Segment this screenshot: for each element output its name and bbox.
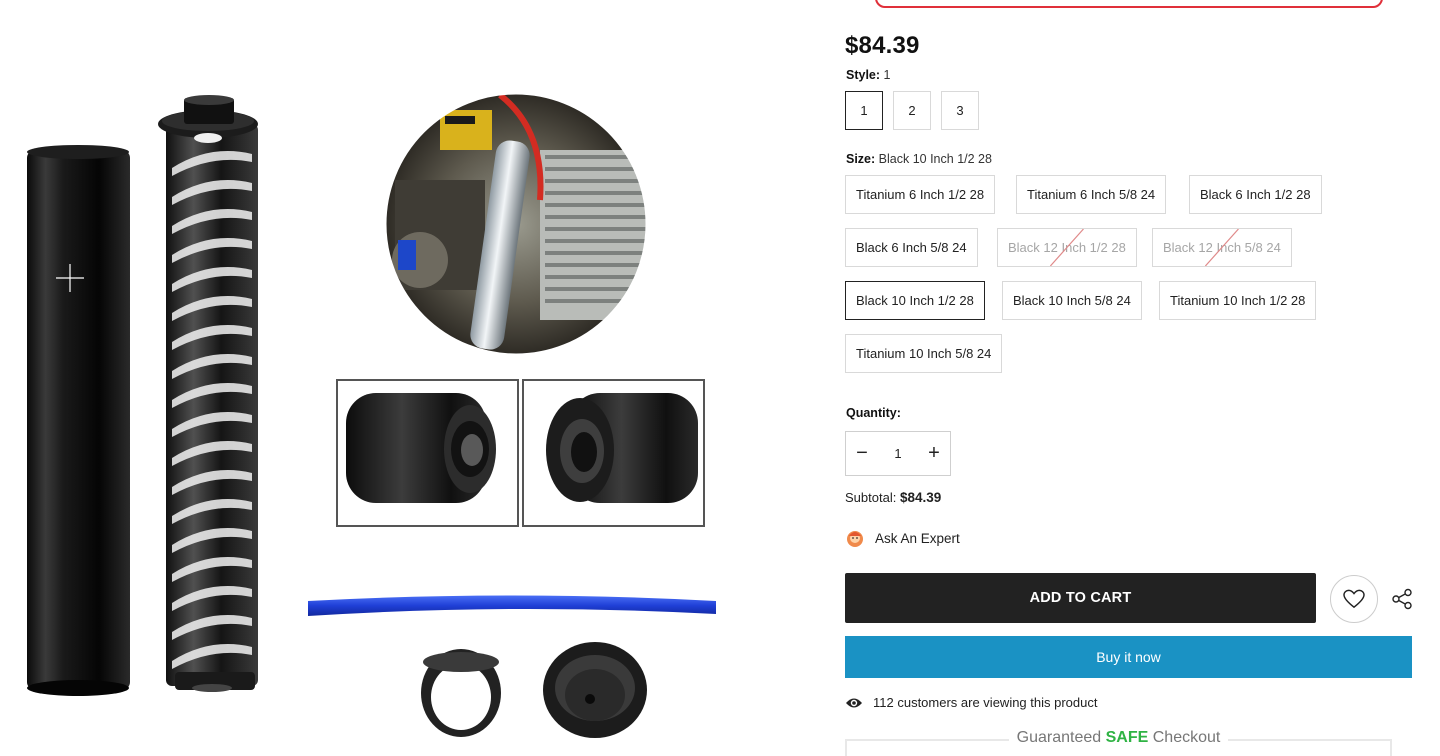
quantity-increase-button[interactable]: + — [918, 432, 950, 475]
heart-icon — [1343, 589, 1365, 609]
size-option-titanium-10-5-8-24[interactable]: Titanium 10 Inch 5/8 24 — [845, 334, 1003, 373]
subtotal-value: $84.39 — [899, 490, 942, 505]
subtotal: Subtotal: $84.39 — [845, 490, 941, 505]
size-option-black-12-1-2-28[interactable]: Black 12 Inch 1/2 28 — [997, 228, 1137, 267]
size-option-label: Black 12 Inch 5/8 24 — [1163, 240, 1281, 255]
share-icon[interactable] — [1391, 588, 1413, 610]
size-option-titanium-6-1-2-28[interactable]: Titanium 6 Inch 1/2 28 — [845, 175, 996, 214]
style-option-2[interactable]: 2 — [893, 91, 931, 130]
product-info-panel: $84.39 Style: 1 1 2 3 Size: Black 10 Inc… — [845, 0, 1435, 756]
product-price: $84.39 — [845, 32, 920, 59]
size-option-black-6-5-8-24[interactable]: Black 6 Inch 5/8 24 — [845, 228, 978, 267]
buy-now-button[interactable]: Buy it now — [845, 636, 1412, 678]
subtotal-label: Subtotal: — [845, 490, 897, 505]
viewing-counter: 112 customers are viewing this product — [845, 695, 1097, 710]
ask-expert-link[interactable]: Ask An Expert — [845, 528, 960, 548]
expert-avatar-icon — [847, 531, 863, 547]
product-image — [27, 91, 716, 738]
size-selected-value: Black 10 Inch 1/2 28 — [878, 152, 992, 166]
size-label: Size: Black 10 Inch 1/2 28 — [846, 152, 992, 166]
size-option-titanium-6-5-8-24[interactable]: Titanium 6 Inch 5/8 24 — [1016, 175, 1167, 214]
notice-box — [875, 0, 1383, 8]
ask-expert-label: Ask An Expert — [875, 530, 960, 546]
safe-checkout-title: Guaranteed SAFE Checkout — [847, 729, 1390, 747]
quantity-decrease-button[interactable]: − — [846, 432, 878, 475]
quantity-label-title: Quantity: — [846, 406, 901, 420]
style-option-3[interactable]: 3 — [941, 91, 979, 130]
style-label: Style: 1 — [846, 68, 890, 82]
product-image-gallery[interactable] — [0, 0, 760, 756]
style-selected-value: 1 — [883, 68, 891, 82]
size-option-titanium-10-1-2-28[interactable]: Titanium 10 Inch 1/2 28 — [1159, 281, 1317, 320]
size-option-label: Black 12 Inch 1/2 28 — [1008, 240, 1126, 255]
size-label-title: Size: — [846, 152, 876, 166]
style-option-1[interactable]: 1 — [845, 91, 883, 130]
size-option-black-12-5-8-24[interactable]: Black 12 Inch 5/8 24 — [1152, 228, 1292, 267]
wishlist-button[interactable] — [1330, 575, 1378, 623]
size-option-black-10-1-2-28[interactable]: Black 10 Inch 1/2 28 — [845, 281, 985, 320]
quantity-label: Quantity: — [846, 406, 901, 420]
viewing-text: 112 customers are viewing this product — [873, 695, 1098, 710]
safe-checkout-box: Guaranteed SAFE Checkout — [845, 729, 1392, 756]
add-to-cart-button[interactable]: ADD TO CART — [845, 573, 1316, 623]
quantity-input[interactable]: 1 — [878, 446, 918, 461]
quantity-stepper: − 1 + — [845, 431, 951, 476]
safe-checkout-prefix: Guaranteed — [1016, 729, 1102, 746]
size-option-black-10-5-8-24[interactable]: Black 10 Inch 5/8 24 — [1002, 281, 1142, 320]
safe-checkout-suffix: Checkout — [1152, 729, 1221, 746]
eye-icon — [846, 698, 862, 707]
size-option-black-6-1-2-28[interactable]: Black 6 Inch 1/2 28 — [1189, 175, 1322, 214]
style-label-title: Style: — [846, 68, 881, 82]
safe-checkout-highlight: SAFE — [1105, 729, 1149, 746]
